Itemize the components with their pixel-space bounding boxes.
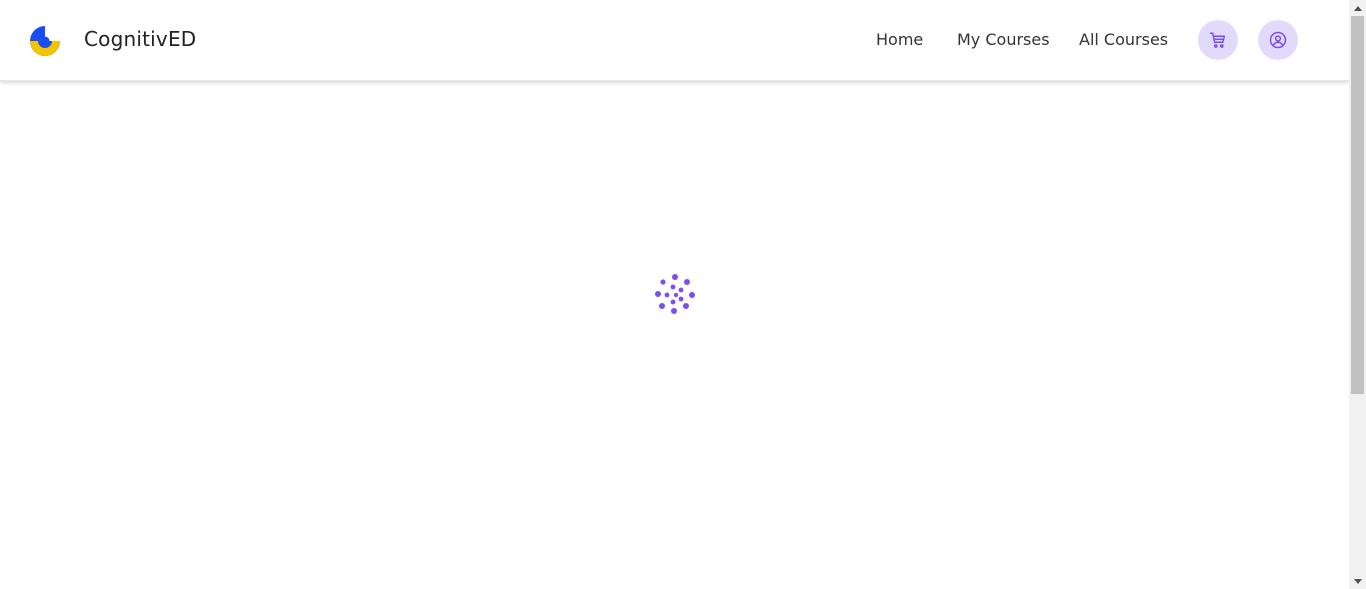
nav-link-all-courses[interactable]: All Courses (1079, 30, 1168, 49)
account-button[interactable] (1258, 20, 1298, 60)
cart-icon (1209, 32, 1226, 48)
nav-link-home[interactable]: Home (876, 30, 923, 49)
scroll-up-arrow-icon[interactable] (1349, 0, 1366, 16)
vertical-scrollbar[interactable] (1349, 0, 1366, 589)
user-circle-icon (1269, 31, 1287, 49)
loading-spinner-icon (655, 274, 695, 314)
nav-link-my-courses[interactable]: My Courses (957, 30, 1050, 49)
brand-name[interactable]: CognitivED (84, 27, 196, 51)
cart-button[interactable] (1198, 20, 1238, 60)
scrollbar-thumb[interactable] (1351, 16, 1364, 394)
top-navbar: CognitivED Home My Courses All Courses (0, 0, 1349, 81)
cognitived-logo-icon[interactable] (28, 24, 62, 58)
page: CognitivED Home My Courses All Courses (0, 0, 1366, 589)
scroll-down-arrow-icon[interactable] (1349, 573, 1366, 589)
